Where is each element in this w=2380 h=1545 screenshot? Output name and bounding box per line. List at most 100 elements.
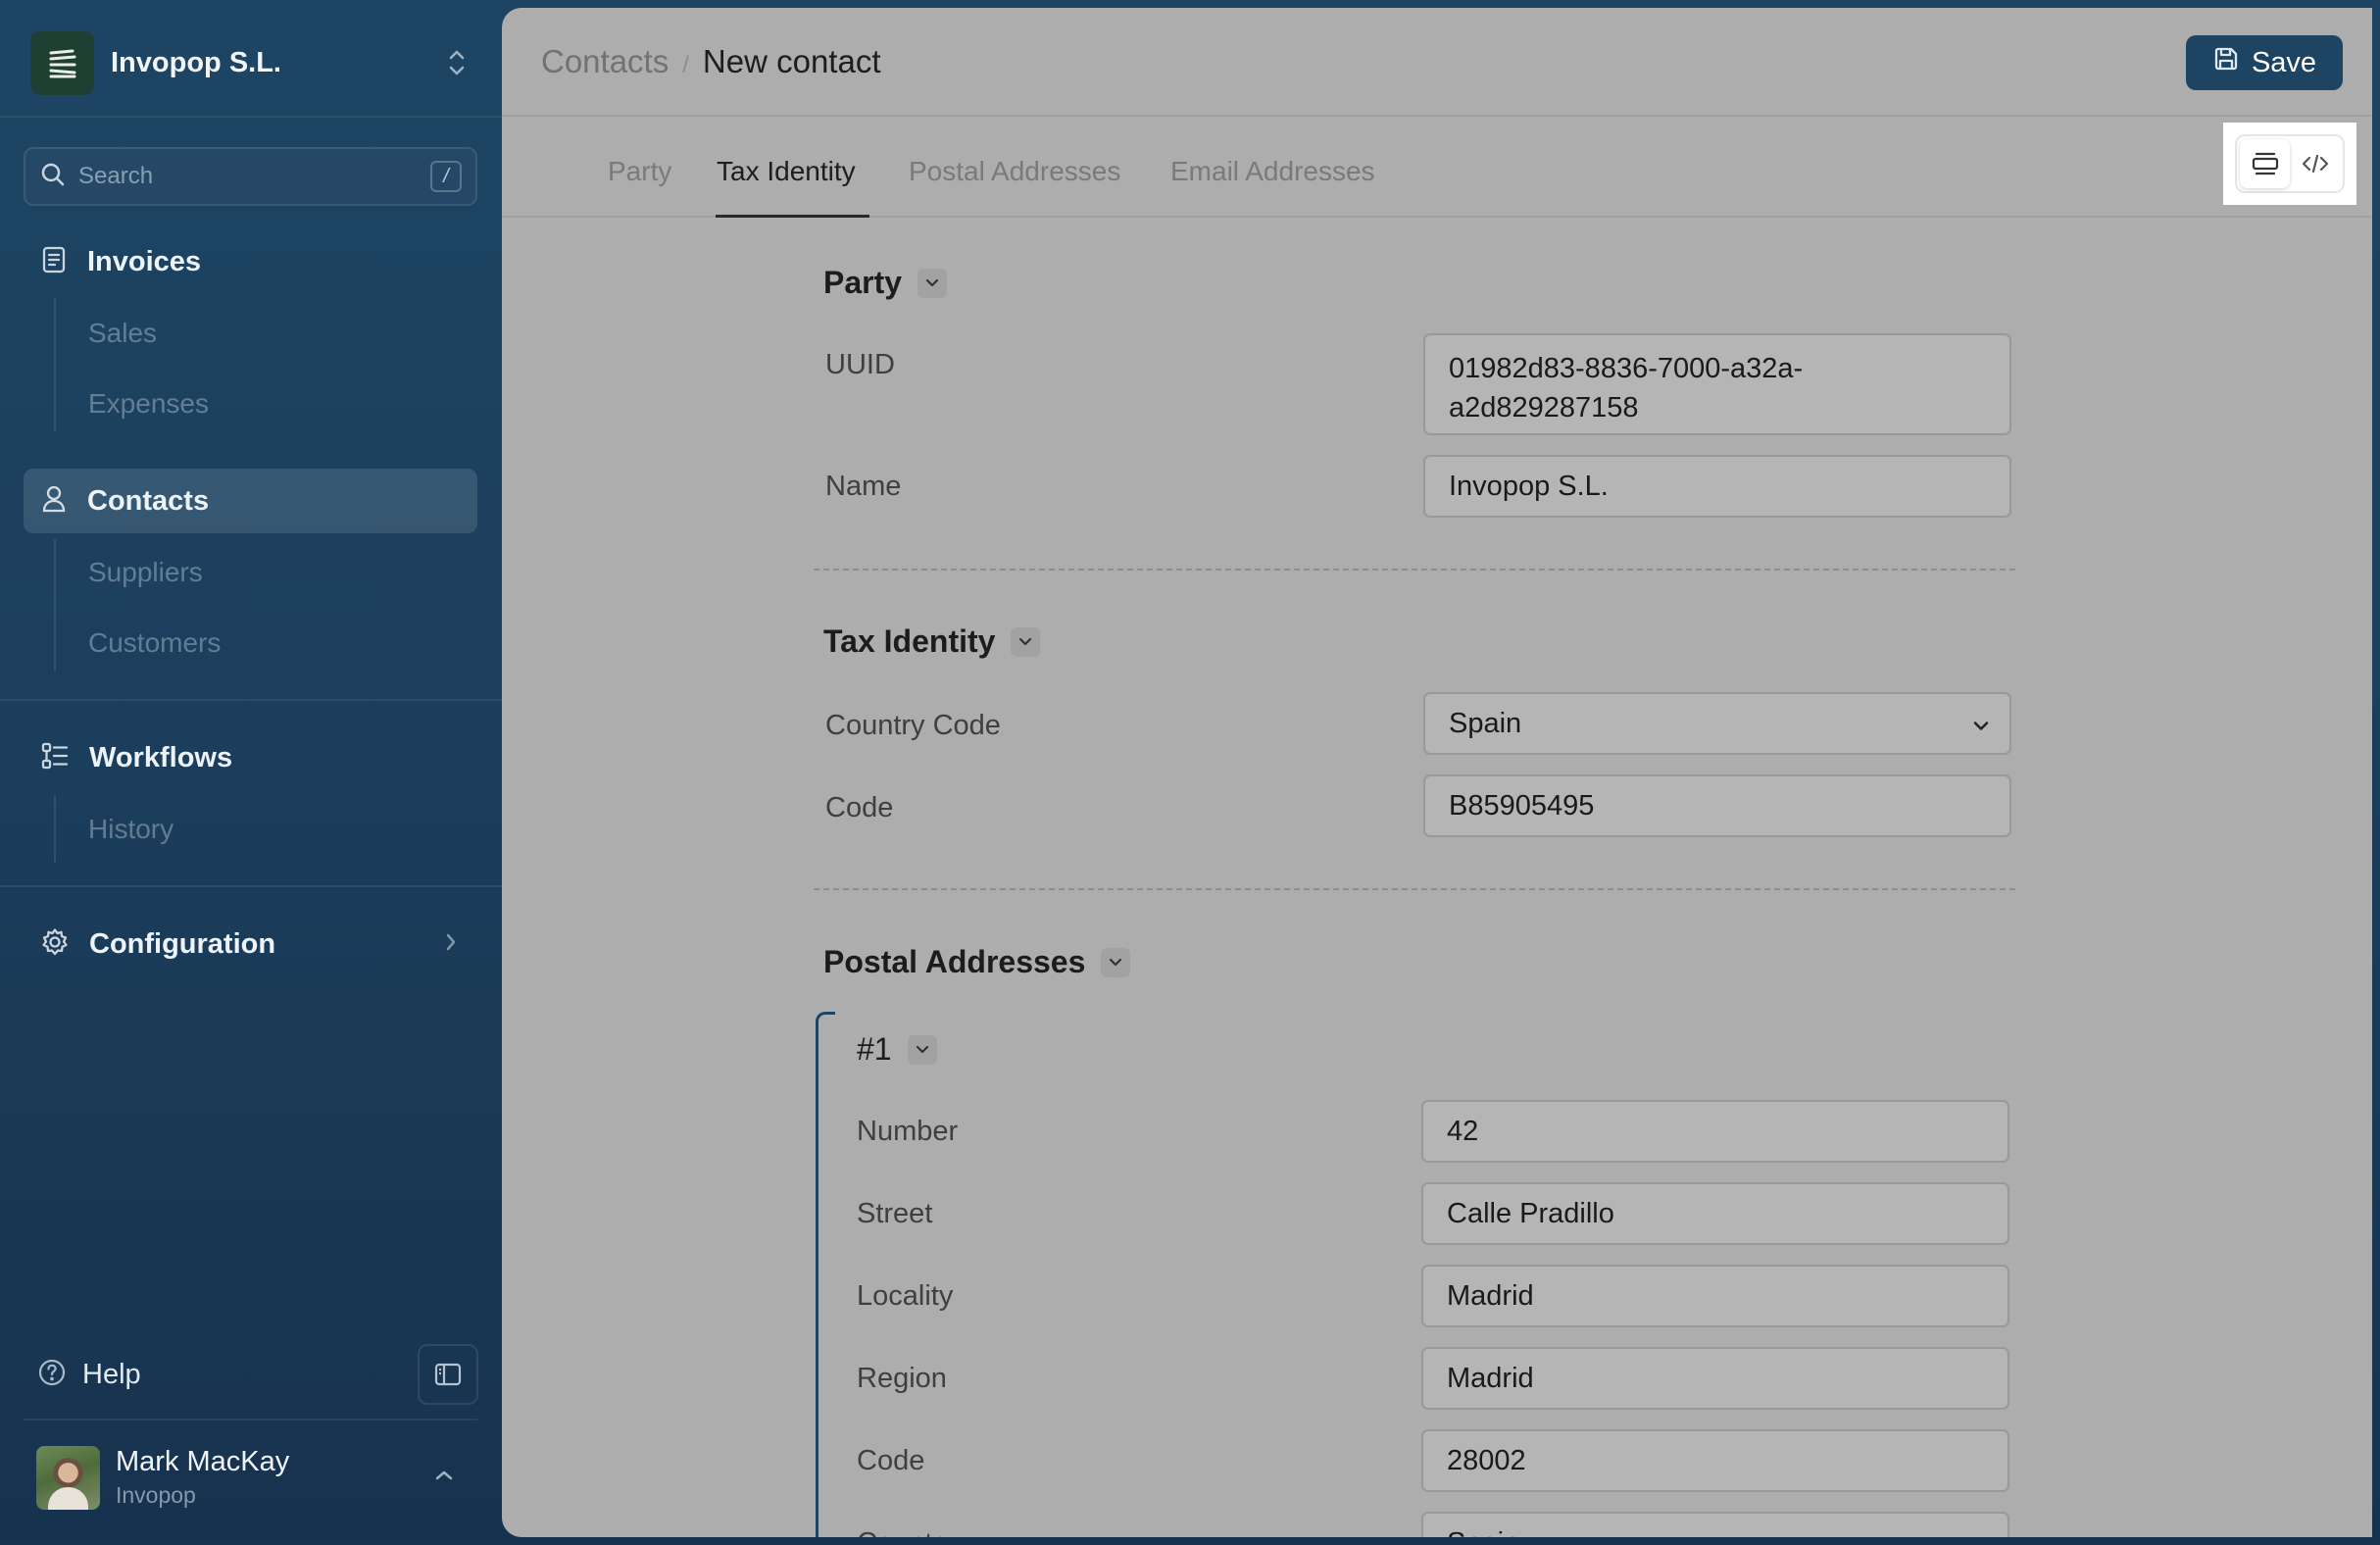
main-panel: Contacts / New contact Save Party Tax Id… xyxy=(502,8,2372,1537)
sidebar-subitem-expenses[interactable]: Expenses xyxy=(88,388,209,420)
sidebar: Invopop S.L. Search / Invoices Sales Exp… xyxy=(0,0,502,1545)
address-country-value: Spain xyxy=(1447,1527,1519,1538)
chevron-down-icon xyxy=(916,1045,928,1053)
sidebar-divider xyxy=(0,885,502,887)
page-header: Contacts / New contact Save xyxy=(502,8,2372,117)
avatar xyxy=(36,1445,100,1510)
tab-postal-addresses[interactable]: Postal Addresses xyxy=(909,156,1120,187)
collapse-address-1-button[interactable] xyxy=(907,1034,937,1065)
tab-tax-identity[interactable]: Tax Identity xyxy=(717,156,856,187)
address-country-select[interactable]: Spain xyxy=(1421,1512,2009,1537)
locality-field[interactable]: Madrid xyxy=(1421,1265,2009,1327)
postal-code-field[interactable]: 28002 xyxy=(1421,1429,2009,1492)
street-field[interactable]: Calle Pradillo xyxy=(1421,1182,2009,1245)
chevron-down-icon xyxy=(925,278,939,286)
search-shortcut-badge: / xyxy=(430,161,462,192)
locality-label: Locality xyxy=(857,1280,954,1312)
user-icon xyxy=(40,484,68,519)
save-label: Save xyxy=(2251,46,2317,78)
sidebar-divider xyxy=(0,699,502,701)
street-label: Street xyxy=(857,1198,933,1229)
uuid-field[interactable]: 01982d83-8836-7000-a32a- a2d829287158 xyxy=(1423,333,2011,435)
address-country-label: Country xyxy=(857,1527,957,1537)
collapse-postal-addresses-button[interactable] xyxy=(1101,947,1131,977)
section-party-title: Party xyxy=(823,265,948,301)
sidebar-item-workflows[interactable]: Workflows xyxy=(24,725,477,790)
section-tax-identity-title: Tax Identity xyxy=(823,623,1041,660)
section-title-text: Postal Addresses xyxy=(823,944,1086,979)
help-link[interactable]: Help xyxy=(82,1359,418,1391)
code-icon xyxy=(2302,154,2328,174)
sidebar-subitem-sales[interactable]: Sales xyxy=(88,318,157,349)
chevron-down-icon xyxy=(1110,958,1122,966)
sidebar-subitem-history[interactable]: History xyxy=(88,814,174,845)
tab-bar: Party Tax Identity Postal Addresses Emai… xyxy=(502,117,2372,218)
country-code-select[interactable]: Spain xyxy=(1423,692,2011,755)
form-view-button[interactable] xyxy=(2240,139,2290,188)
code-view-button[interactable] xyxy=(2290,139,2340,188)
org-name: Invopop S.L. xyxy=(111,46,281,78)
active-tab-indicator xyxy=(716,215,869,218)
address-group-border xyxy=(816,1012,835,1537)
name-label: Name xyxy=(825,471,902,502)
postal-code-label: Code xyxy=(857,1445,925,1476)
search-input[interactable]: Search / xyxy=(24,147,477,206)
region-field[interactable]: Madrid xyxy=(1421,1347,2009,1410)
breadcrumb-separator: / xyxy=(682,52,689,78)
tax-code-label: Code xyxy=(825,792,894,823)
user-org: Invopop xyxy=(116,1482,196,1508)
section-divider xyxy=(814,569,2015,571)
section-postal-addresses-title: Postal Addresses xyxy=(823,944,1131,980)
sidebar-divider xyxy=(0,116,502,118)
number-value: 42 xyxy=(1447,1115,1479,1147)
search-placeholder: Search xyxy=(78,163,154,189)
tab-party[interactable]: Party xyxy=(608,156,671,187)
locality-value: Madrid xyxy=(1447,1279,1534,1312)
sidebar-collapse-button[interactable] xyxy=(418,1344,478,1405)
save-icon xyxy=(2212,45,2240,80)
address-item-number: #1 xyxy=(857,1031,892,1067)
collapse-tax-identity-button[interactable] xyxy=(1011,626,1041,657)
name-value: Invopop S.L. xyxy=(1449,470,1609,502)
country-code-value: Spain xyxy=(1449,707,1522,739)
sidebar-item-invoices[interactable]: Invoices xyxy=(24,229,477,294)
collapse-party-button[interactable] xyxy=(917,268,948,298)
sidebar-item-configuration[interactable]: Configuration xyxy=(24,912,477,976)
breadcrumb-contacts[interactable]: Contacts xyxy=(541,43,669,80)
page-title: New contact xyxy=(702,43,881,79)
tree-line xyxy=(54,299,56,430)
uuid-value-line2: a2d829287158 xyxy=(1449,392,1639,424)
invoice-icon xyxy=(40,245,68,279)
uuid-label: UUID xyxy=(825,349,895,380)
view-mode-toggle xyxy=(2223,123,2356,205)
save-button[interactable]: Save xyxy=(2186,35,2343,90)
sidebar-item-label: Contacts xyxy=(87,484,210,517)
country-code-label: Country Code xyxy=(825,710,1001,741)
number-label: Number xyxy=(857,1116,959,1147)
gear-icon xyxy=(40,927,70,962)
sidebar-subitem-suppliers[interactable]: Suppliers xyxy=(88,557,203,588)
sidebar-toggle-icon xyxy=(434,1363,462,1386)
tree-line xyxy=(54,796,56,863)
chevron-up-down-icon[interactable] xyxy=(442,43,471,82)
sidebar-subitem-customers[interactable]: Customers xyxy=(88,627,221,659)
section-divider xyxy=(814,888,2015,890)
help-row: Help xyxy=(37,1343,478,1406)
tax-code-field[interactable]: B85905495 xyxy=(1423,774,2011,837)
chevron-down-icon xyxy=(1972,708,1990,740)
breadcrumb: Contacts / New contact xyxy=(541,43,881,80)
org-switcher[interactable]: Invopop S.L. xyxy=(30,30,471,95)
postal-code-value: 28002 xyxy=(1447,1444,1526,1476)
number-field[interactable]: 42 xyxy=(1421,1100,2009,1163)
name-field[interactable]: Invopop S.L. xyxy=(1423,455,2011,518)
tax-code-value: B85905495 xyxy=(1449,789,1595,822)
tab-email-addresses[interactable]: Email Addresses xyxy=(1170,156,1375,187)
region-label: Region xyxy=(857,1363,947,1394)
chevron-up-icon[interactable] xyxy=(433,1469,455,1487)
user-menu[interactable]: Mark MacKay Invopop xyxy=(36,1443,472,1512)
sidebar-item-label: Invoices xyxy=(87,245,202,277)
help-icon xyxy=(37,1358,67,1392)
sidebar-item-contacts[interactable]: Contacts xyxy=(24,469,477,533)
region-value: Madrid xyxy=(1447,1362,1534,1394)
org-logo xyxy=(30,30,94,95)
